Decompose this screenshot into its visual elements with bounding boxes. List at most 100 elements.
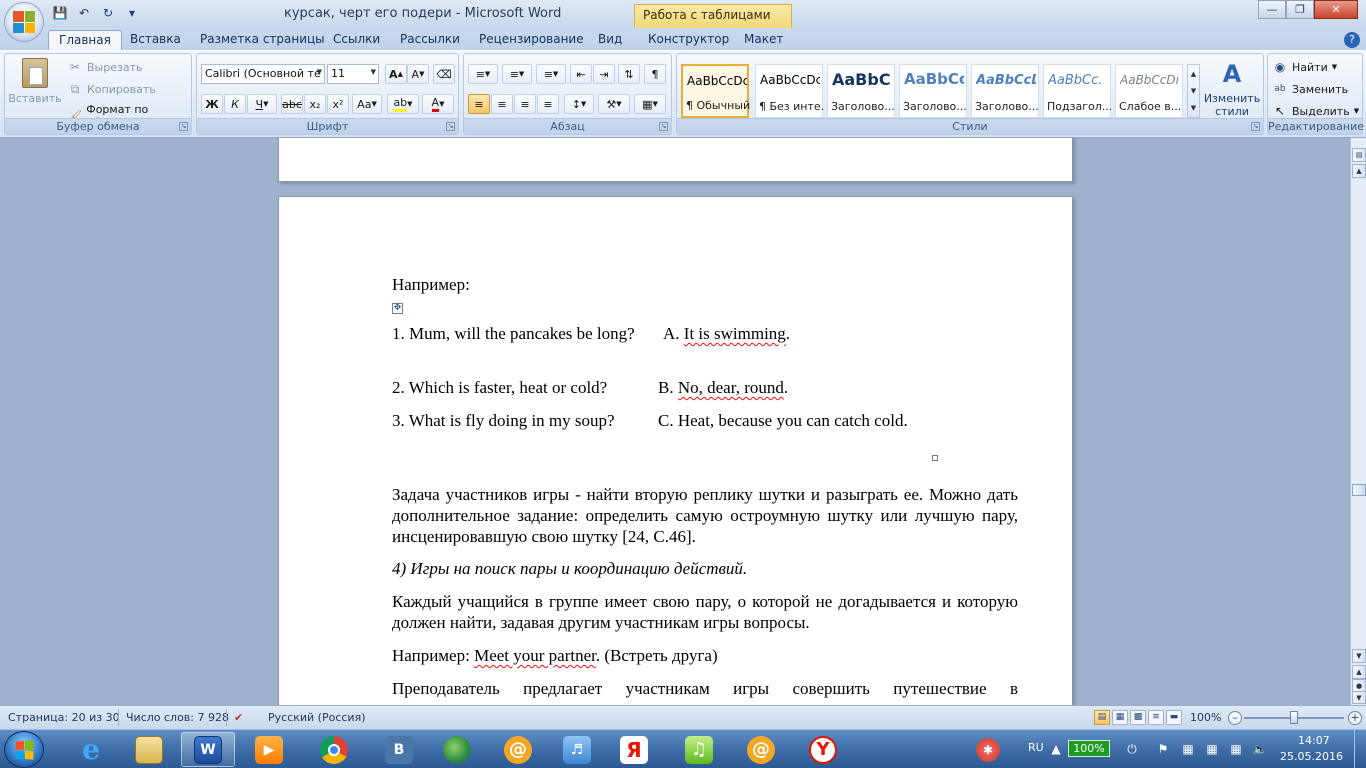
styles-gallery-scroll[interactable]: ▲ ▼ ▼ — [1187, 64, 1200, 118]
cut-button[interactable]: ✂ Вырезать — [67, 59, 143, 75]
full-screen-reading-view-button[interactable]: ▦ — [1112, 710, 1128, 725]
paragraph-teacher[interactable]: Преподаватель предлагает участникам игры… — [392, 678, 1018, 699]
tab-layout[interactable]: Макет — [744, 30, 783, 50]
taskbar-yandex[interactable]: Я — [607, 732, 661, 767]
taskbar-mail-agent-2[interactable]: @ — [734, 732, 788, 767]
tab-insert[interactable]: Вставка — [130, 30, 181, 50]
replace-button[interactable]: ab Заменить — [1272, 81, 1348, 97]
minimize-button[interactable]: — — [1258, 0, 1286, 19]
zoom-slider-knob[interactable] — [1290, 711, 1298, 724]
document-page[interactable]: Например: ✥ 1. Mum, will the pancakes be… — [278, 196, 1073, 705]
tab-home[interactable]: Главная — [48, 30, 122, 50]
style-subtle-emphasis[interactable]: AaBbCcDı Слабое в... — [1115, 64, 1183, 118]
volume-icon[interactable]: 🔈 — [1252, 741, 1268, 757]
taskbar-word[interactable]: W — [181, 732, 235, 767]
style-heading-1[interactable]: AaBbC( Заголово... — [827, 64, 895, 118]
tab-references[interactable]: Ссылки — [333, 30, 380, 50]
numbering-button[interactable]: ≡ ▼ — [502, 64, 532, 84]
font-launcher-icon[interactable]: ↘ — [446, 122, 455, 131]
tab-design[interactable]: Конструктор — [648, 30, 729, 50]
office-button[interactable] — [4, 2, 44, 42]
show-formatting-button[interactable]: ¶ — [644, 64, 666, 84]
align-right-button[interactable]: ≡ — [514, 94, 536, 114]
taskbar-mail-agent[interactable]: @ — [491, 732, 545, 767]
italic-button[interactable]: К — [224, 94, 246, 114]
style-no-spacing[interactable]: AaBbCcDc ¶ Без инте... — [755, 64, 823, 118]
find-button[interactable]: ◉ Найти ▼ — [1272, 59, 1337, 75]
align-center-button[interactable]: ≡ — [491, 94, 513, 114]
close-button[interactable]: ✕ — [1314, 0, 1358, 19]
page-count[interactable]: Страница: 20 из 30 — [8, 711, 120, 724]
power-icon[interactable]: ⏻ — [1124, 741, 1140, 757]
zoom-out-icon[interactable]: – — [1228, 711, 1242, 725]
style-heading-2[interactable]: AaBbCc Заголово... — [899, 64, 967, 118]
show-desktop-button[interactable] — [1354, 730, 1366, 768]
style-heading-3[interactable]: AaBbCcD Заголово... — [971, 64, 1039, 118]
spellcheck-icon[interactable]: ✔ — [234, 711, 243, 724]
paragraph-task[interactable]: Задача участников игры - найти вторую ре… — [392, 484, 1018, 547]
align-left-button[interactable]: ≡ — [468, 94, 490, 114]
scroll-up-icon[interactable]: ▲ — [1352, 164, 1366, 178]
customize-qat-icon[interactable]: ▾ — [122, 4, 142, 22]
word-count[interactable]: Число слов: 7 928 — [126, 711, 229, 724]
redo-icon[interactable]: ↻ — [98, 4, 118, 22]
taskbar-globe[interactable] — [430, 732, 484, 767]
style-normal[interactable]: AaBbCcDc ¶ Обычный — [681, 64, 750, 118]
increase-indent-button[interactable]: ⇥ — [593, 64, 615, 84]
strikethrough-button[interactable]: abc — [281, 94, 303, 114]
taskbar-vk[interactable]: B — [372, 732, 426, 767]
bold-button[interactable]: Ж — [201, 94, 223, 114]
vertical-scrollbar[interactable]: ▤ ▲ ▼ ▲ ● ▼ — [1350, 138, 1366, 705]
print-layout-view-button[interactable]: ▤ — [1094, 710, 1110, 725]
clipboard-launcher-icon[interactable]: ↘ — [179, 122, 188, 131]
shrink-font-button[interactable]: A ▼ — [407, 64, 429, 84]
font-size-combo[interactable]: 11 ▼ — [327, 64, 379, 84]
styles-launcher-icon[interactable]: ↘ — [1251, 122, 1260, 131]
taskbar-internet-explorer[interactable]: e — [64, 732, 118, 767]
tab-view[interactable]: Вид — [598, 30, 622, 50]
language-indicator[interactable]: Русский (Россия) — [268, 711, 366, 724]
start-button[interactable] — [4, 731, 44, 768]
style-subtitle[interactable]: AaBbCc. Подзагол... — [1043, 64, 1111, 118]
help-icon[interactable]: ? — [1344, 32, 1360, 48]
network-icon[interactable]: ▦ — [1228, 741, 1244, 757]
justify-button[interactable]: ≡ — [537, 94, 559, 114]
save-icon[interactable]: 💾 — [50, 4, 70, 22]
taskbar-music[interactable]: ♫ — [672, 732, 726, 767]
web-layout-view-button[interactable]: ▩ — [1130, 710, 1146, 725]
select-button[interactable]: ↖ Выделить ▼ — [1272, 103, 1359, 119]
undo-icon[interactable]: ↶ — [74, 4, 94, 22]
taskbar-explorer[interactable] — [122, 732, 176, 767]
zoom-in-icon[interactable]: + — [1348, 711, 1362, 725]
taskbar-audio[interactable]: ♬ — [550, 732, 604, 767]
paragraph-example-meet[interactable]: Например: Meet your partner. (Встреть др… — [392, 645, 718, 666]
zoom-level[interactable]: 100% — [1190, 711, 1221, 724]
taskbar-media[interactable]: ▶ — [242, 732, 296, 767]
windows-icon[interactable]: ▦ — [1180, 741, 1196, 757]
font-name-combo[interactable]: Calibri (Основной те ▼ — [201, 64, 325, 84]
taskbar-yandex-browser[interactable]: Y — [796, 732, 850, 767]
table-cell-2-right[interactable]: B. No, dear, round. — [658, 377, 933, 398]
table-cell-3-right[interactable]: C. Heat, because you can catch cold. — [658, 410, 933, 431]
keyboard-language[interactable]: RU — [1028, 741, 1044, 754]
tab-review[interactable]: Рецензирование — [479, 30, 584, 50]
sort-button[interactable]: ⇅ — [618, 64, 640, 84]
paste-button[interactable]: Вставить — [8, 58, 62, 105]
draft-view-button[interactable]: ▬ — [1166, 710, 1182, 725]
shading-button[interactable]: ⚒ ▼ — [598, 94, 630, 114]
taskbar-chrome[interactable] — [307, 732, 361, 767]
heading-games-pairs[interactable]: 4) Игры на поиск пары и координацию дейс… — [392, 558, 747, 579]
clear-formatting-button[interactable]: ⌫ — [433, 64, 455, 84]
subscript-button[interactable]: x₂ — [304, 94, 326, 114]
highlight-color-button[interactable]: ab ▼ — [387, 94, 419, 114]
tab-page-layout[interactable]: Разметка страницы — [200, 30, 325, 50]
scroll-down-icon[interactable]: ▼ — [1352, 649, 1366, 663]
tab-mailings[interactable]: Рассылки — [400, 30, 460, 50]
tray-app[interactable]: ✱ — [968, 732, 1008, 767]
document-area[interactable]: Например: ✥ 1. Mum, will the pancakes be… — [0, 138, 1350, 705]
line-spacing-button[interactable]: ↕ ▼ — [564, 94, 594, 114]
change-case-button[interactable]: Aa ▼ — [352, 94, 382, 114]
ruler-toggle-icon[interactable]: ▤ — [1352, 148, 1366, 162]
table-cell-1-right[interactable]: A. It is swimming. — [663, 323, 933, 344]
table-cell-1-left[interactable]: 1. Mum, will the pancakes be long? — [392, 323, 657, 344]
